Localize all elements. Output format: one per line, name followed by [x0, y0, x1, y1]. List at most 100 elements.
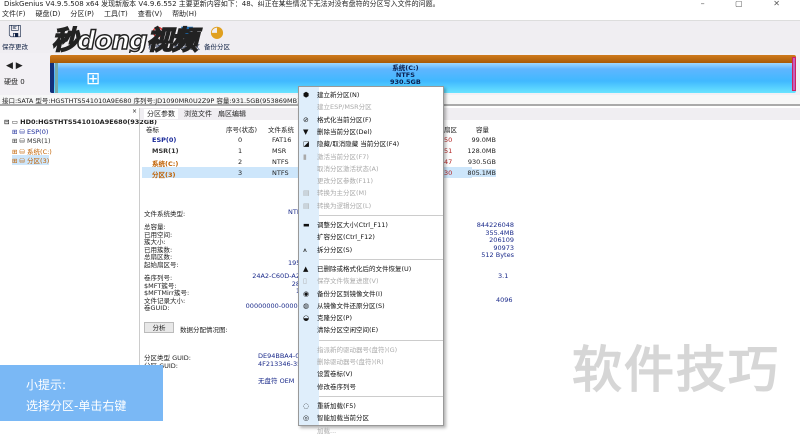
- context-menu-item[interactable]: 设置卷标(V): [299, 368, 445, 380]
- disk-nav-arrows[interactable]: ◀ ▶: [6, 61, 23, 71]
- save-button[interactable]: 🖫保存更改: [0, 23, 30, 51]
- cell-fs: NTFS: [272, 158, 289, 166]
- backup-label: 备份分区: [202, 41, 232, 51]
- context-menu-item[interactable]: 扩容分区(Ctrl_F12): [299, 231, 445, 243]
- menu-item-label: 设置卷标(V): [317, 370, 353, 378]
- menu-item-icon: ▯: [303, 275, 307, 287]
- cell-capacity: 99.0MB: [466, 136, 496, 144]
- context-menu-item[interactable]: 指派新的驱动器号(盘符)(G): [299, 344, 445, 356]
- menu-item-label: 建立新分区(N): [317, 91, 359, 99]
- menu-item-label: 加载...: [317, 427, 336, 435]
- backup-icon: ◕: [202, 23, 232, 41]
- tree-item[interactable]: ⊞ ⛁ ESP(0): [12, 128, 48, 136]
- context-menu-item[interactable]: ▯保存文件恢复进度(V): [299, 275, 445, 287]
- cell-fs: FAT16: [272, 136, 291, 144]
- context-menu-item[interactable]: ⬢建立新分区(N): [299, 89, 445, 101]
- analyze-button[interactable]: 分析: [144, 322, 174, 333]
- menu-item-label: 克隆分区(P): [317, 314, 352, 322]
- cell-sector: 50: [444, 136, 452, 144]
- menu-item-icon: ▤: [303, 187, 310, 199]
- save-icon: 🖫: [0, 23, 30, 41]
- record-size: 4096: [496, 296, 513, 304]
- menu-item[interactable]: 帮助(H): [172, 9, 197, 19]
- menu-separator: [319, 259, 443, 260]
- context-menu-item[interactable]: ◌重新加载(F5): [299, 400, 445, 412]
- menu-separator: [319, 340, 443, 341]
- context-menu: ⬢建立新分区(N) 建立ESP/MSR分区 ⊘格式化当前分区(F)▼删除当前分区(D…: [298, 86, 444, 426]
- menu-item-label: 隐藏/取消隐藏 当前分区(F4): [317, 140, 399, 148]
- context-menu-item[interactable]: ▬ 调整分区大小(Ctrl_F11): [299, 219, 445, 231]
- esp-segment[interactable]: [50, 63, 54, 93]
- col-label: 卷标: [146, 124, 159, 134]
- menu-item-label: 删除驱动器号(盘符)(R): [317, 358, 384, 366]
- cell-capacity: 128.0MB: [466, 147, 496, 155]
- menu-item-icon: ◉: [303, 288, 309, 300]
- tree-disk-node[interactable]: ⊟ ▭ HD0:HGSTHTS541010A9E680(932GB): [4, 118, 157, 126]
- fs-type-label: 文件系统类型:: [144, 208, 185, 218]
- menu-item[interactable]: 分区(P): [70, 9, 94, 19]
- context-menu-item[interactable]: ▼删除当前分区(Del): [299, 126, 445, 138]
- tab-2[interactable]: 扇区编辑: [218, 109, 246, 119]
- menu-bar: 文件(F) 硬盘(D) 分区(P) 工具(T) 查看(V) 帮助(H): [0, 8, 800, 20]
- menu-item-icon: ◍: [303, 300, 309, 312]
- context-menu-item[interactable]: ◎智能加载当前分区: [299, 412, 445, 424]
- menu-item-label: 调整分区大小(Ctrl_F11): [317, 221, 388, 229]
- context-menu-item[interactable]: 建立ESP/MSR分区: [299, 101, 445, 113]
- context-menu-item[interactable]: ◪ 隐藏/取消隐藏 当前分区(F4): [299, 138, 445, 150]
- watermark: 软件技巧: [572, 330, 780, 402]
- window-title: DiskGenius V4.9.5.508 x64 发现新版本 V4.9.6.5…: [0, 0, 760, 8]
- tree-item-label: MSR(1): [27, 137, 50, 145]
- partition-size: 930.5GB: [390, 79, 421, 86]
- menu-item[interactable]: 工具(T): [104, 9, 128, 19]
- context-menu-item[interactable]: ◒克隆分区(P): [299, 312, 445, 324]
- context-menu-item[interactable]: ◉备份分区到镜像文件(I): [299, 288, 445, 300]
- menu-item-label: 指派新的驱动器号(盘符)(G): [317, 346, 397, 354]
- menu-item-label: 删除当前分区(Del): [317, 128, 372, 136]
- disk-bar-top: [50, 55, 796, 63]
- chart-label: 数据分配情况图:: [180, 324, 228, 334]
- menu-item-label: 清除分区空闲空间(E): [317, 326, 378, 334]
- menu-item-label: 建立ESP/MSR分区: [317, 103, 372, 111]
- menu-item-label: 重新加载(F5): [317, 402, 356, 410]
- detail-label: 起始扇区号:: [144, 259, 179, 269]
- tab-1[interactable]: 浏览文件: [184, 109, 212, 119]
- tab-bar: 分区参数浏览文件扇区编辑: [140, 108, 800, 120]
- context-menu-item[interactable]: ▤ 转换为逻辑分区(L): [299, 200, 445, 212]
- tip-text: 选择分区-单击右键: [26, 396, 163, 417]
- context-menu-item[interactable]: ⩚拆分分区(S): [299, 244, 445, 256]
- cell-index: 3: [238, 169, 242, 177]
- disk-label: 硬盘 0: [4, 77, 25, 87]
- menu-item-icon: ▬: [303, 219, 310, 231]
- menu-item-label: 取消分区激活状态(A): [317, 165, 379, 173]
- menu-item-label: 转换为主分区(M): [317, 189, 367, 197]
- menu-item-label: 从镜像文件还原分区(S): [317, 302, 385, 310]
- menu-item-icon: ▤: [303, 200, 310, 212]
- context-menu-item[interactable]: ◍ 从镜像文件还原分区(S): [299, 300, 445, 312]
- context-menu-item[interactable]: 加载...: [299, 425, 445, 437]
- tree-item-label: ESP(0): [27, 128, 48, 136]
- context-menu-item[interactable]: ⊘格式化当前分区(F): [299, 114, 445, 126]
- context-menu-item[interactable]: 取消分区激活状态(A): [299, 163, 445, 175]
- tree-item[interactable]: ⊞ ⛁ MSR(1): [12, 137, 51, 145]
- context-menu-item[interactable]: 清除分区空闲空间(E): [299, 324, 445, 336]
- tree-item[interactable]: ⊞ ⛁ 分区(3): [12, 155, 49, 165]
- menu-item-label: 转换为逻辑分区(L): [317, 202, 371, 210]
- context-menu-item[interactable]: 更改分区参数(F11): [299, 175, 445, 187]
- tab-0[interactable]: 分区参数: [144, 109, 178, 119]
- menu-item[interactable]: 文件(F): [2, 9, 26, 19]
- context-menu-item[interactable]: 删除驱动器号(盘符)(R): [299, 356, 445, 368]
- msr-segment[interactable]: [55, 63, 58, 93]
- close-icon[interactable]: ×: [132, 108, 137, 115]
- disk-icon: ⊞ ⛁: [12, 157, 27, 165]
- context-menu-item[interactable]: 修改卷序列号: [299, 381, 445, 393]
- menu-item-icon: ◪: [303, 138, 310, 150]
- backup-partition-button[interactable]: ◕备份分区: [202, 23, 232, 51]
- partition-3-segment[interactable]: [792, 57, 796, 91]
- context-menu-item[interactable]: ▤ 转换为主分区(M): [299, 187, 445, 199]
- menu-item-label: 修改卷序列号: [317, 383, 356, 391]
- context-menu-item[interactable]: ▲已删除或格式化后的文件恢复(U): [299, 263, 445, 275]
- context-menu-item[interactable]: ▮激活当前分区(F7): [299, 151, 445, 163]
- cell-fs: NTFS: [272, 169, 289, 177]
- menu-item[interactable]: 查看(V): [138, 9, 162, 19]
- menu-item[interactable]: 硬盘(D): [36, 9, 61, 19]
